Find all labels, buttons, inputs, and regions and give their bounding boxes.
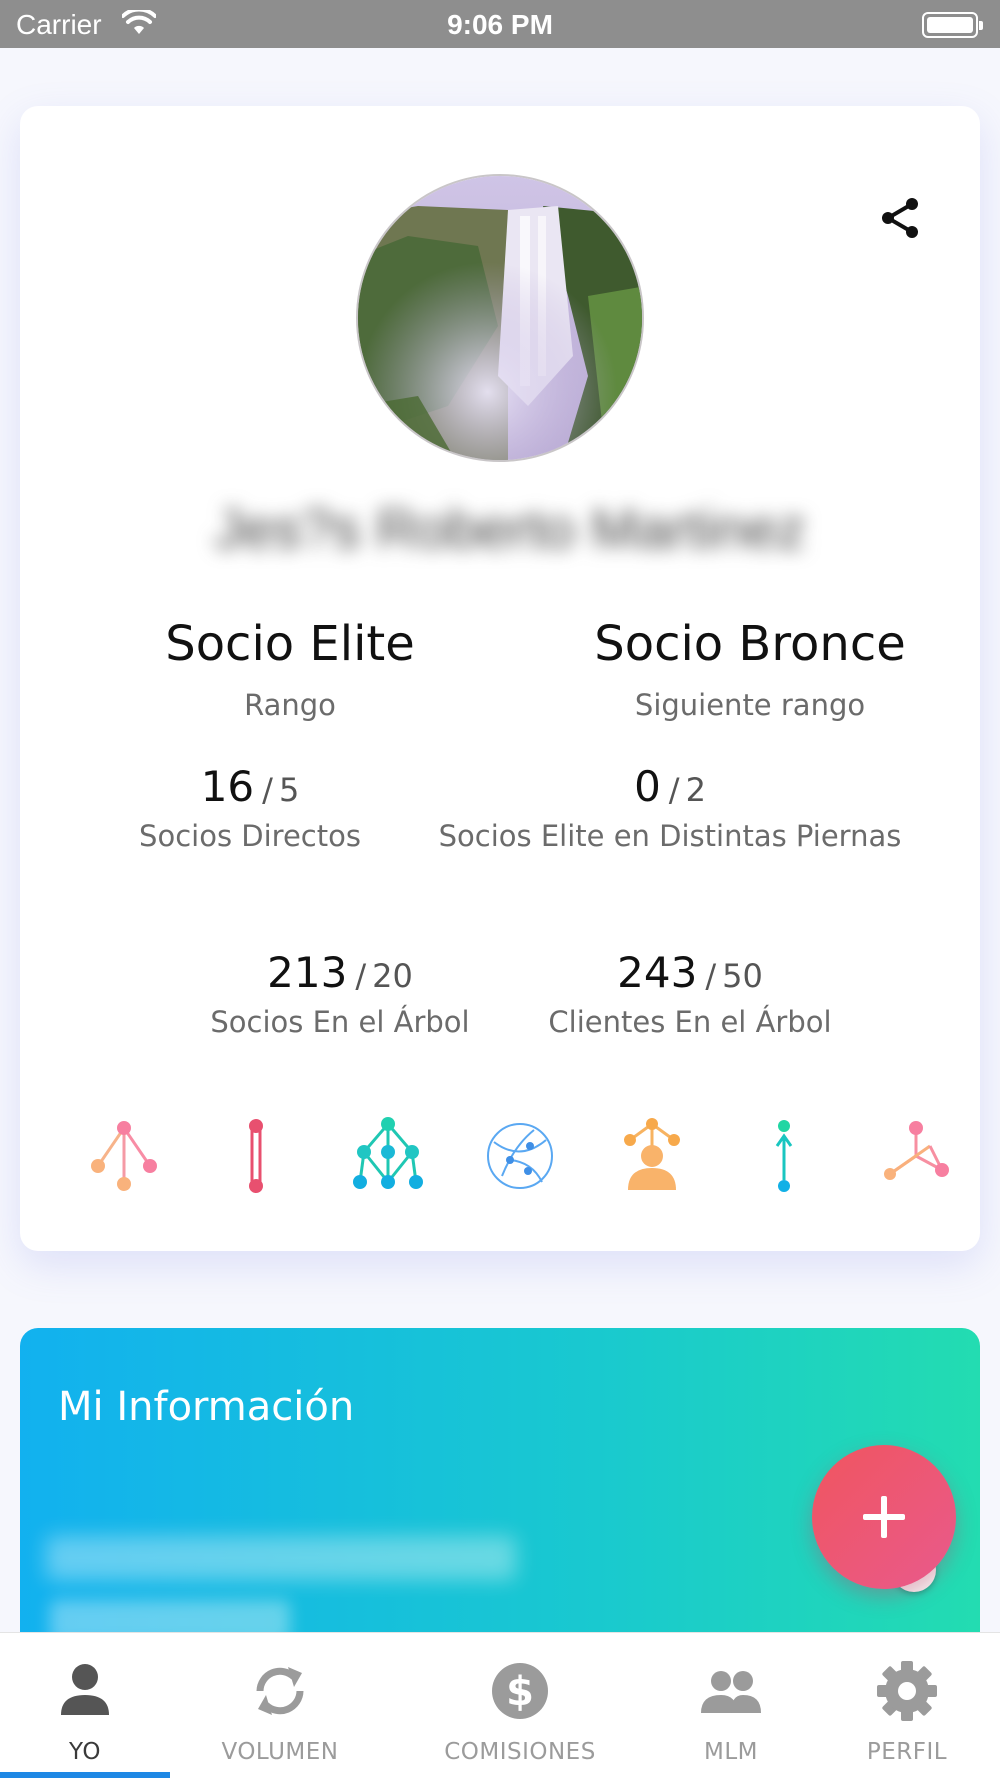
refresh-icon bbox=[256, 1667, 304, 1715]
active-tab-indicator bbox=[0, 1772, 170, 1778]
group-icon bbox=[701, 1671, 761, 1713]
avatar[interactable] bbox=[356, 174, 644, 462]
share-icon[interactable] bbox=[878, 196, 922, 240]
user-name: Jes?s Roberto Martinez bbox=[214, 497, 806, 560]
next-rank: Socio Bronce Siguiente rango bbox=[530, 616, 970, 722]
add-button[interactable] bbox=[812, 1445, 956, 1589]
stat-tree-clients: 243/50 Clientes En el Árbol bbox=[548, 948, 832, 1039]
stat-tree-partners: 213/20 Socios En el Árbol bbox=[210, 948, 470, 1039]
battery-icon bbox=[922, 12, 983, 38]
next-rank-label: Siguiente rango bbox=[634, 688, 866, 722]
profile-card: Jes?s Roberto Martinez Socio Elite Rango… bbox=[20, 106, 980, 1251]
network-icon[interactable] bbox=[348, 1116, 428, 1196]
tab-comisiones[interactable]: $ COMISIONES bbox=[420, 1633, 620, 1778]
stat-elite-legs: 0/2 Socios Elite en Distintas Piernas bbox=[438, 762, 902, 853]
person-icon bbox=[61, 1664, 109, 1715]
tab-yo[interactable]: YO bbox=[0, 1633, 170, 1778]
sponsor-icon[interactable] bbox=[612, 1116, 692, 1196]
tree-icon[interactable] bbox=[84, 1116, 164, 1196]
tab-mlm[interactable]: MLM bbox=[646, 1633, 816, 1778]
tab-perfil[interactable]: PERFIL bbox=[822, 1633, 992, 1778]
status-bar: Carrier 9:06 PM bbox=[0, 0, 1000, 48]
bottom-tab-bar: YO VOLUMEN $ COMISIONES MLM PERFIL bbox=[0, 1632, 1000, 1778]
my-info-title: Mi Información bbox=[58, 1384, 355, 1430]
blurred-name-line bbox=[46, 1536, 516, 1580]
tab-volumen[interactable]: VOLUMEN bbox=[195, 1633, 365, 1778]
next-rank-value: Socio Bronce bbox=[594, 616, 906, 672]
plus-icon bbox=[863, 1496, 905, 1538]
stat-direct-partners: 16/5 Socios Directos bbox=[139, 762, 361, 853]
binary-icon[interactable] bbox=[876, 1116, 956, 1196]
vertical-line-icon[interactable] bbox=[216, 1116, 296, 1196]
avatar-waterfall-image bbox=[358, 176, 642, 460]
dollar-icon: $ bbox=[492, 1663, 548, 1719]
rank-label: Rango bbox=[244, 688, 336, 722]
current-rank: Socio Elite Rango bbox=[70, 616, 510, 722]
gear-icon bbox=[877, 1661, 937, 1721]
clock: 9:06 PM bbox=[447, 9, 553, 40]
globe-network-icon[interactable] bbox=[480, 1116, 560, 1196]
upline-icon[interactable] bbox=[744, 1116, 824, 1196]
rank-value: Socio Elite bbox=[165, 616, 415, 672]
svg-text:$: $ bbox=[506, 1669, 534, 1715]
tree-views-row bbox=[60, 1116, 949, 1196]
